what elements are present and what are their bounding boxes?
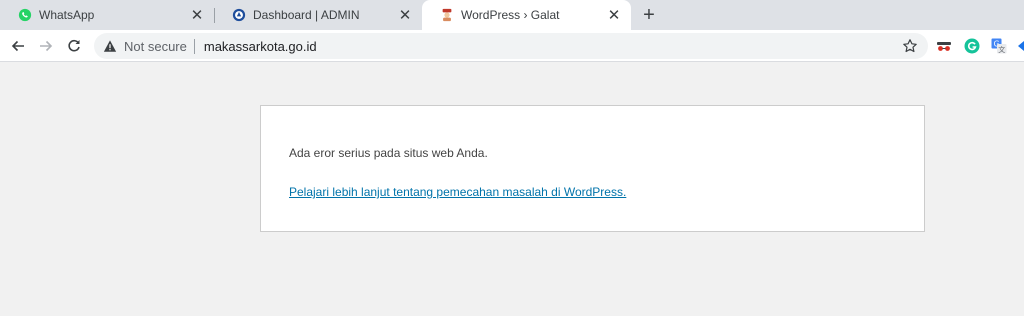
forward-button[interactable] [34,34,58,58]
tab-dashboard-admin[interactable]: Dashboard | ADMIN ✕ [214,0,422,30]
arrow-right-icon [40,40,53,52]
browser-toolbar: Not secure makassarkota.go.id G 文 [0,30,1024,62]
reload-button[interactable] [62,34,86,58]
tab-title: WhatsApp [39,8,95,22]
omnibox-divider [193,38,195,54]
url-text[interactable]: makassarkota.go.id [204,39,902,54]
tab-whatsapp[interactable]: WhatsApp ✕ [0,0,214,30]
bookmark-star-icon[interactable] [902,38,918,54]
error-box: Ada eror serius pada situs web Anda. Pel… [260,105,925,232]
tab-title: WordPress › Galat [461,8,560,22]
close-tab-icon[interactable]: ✕ [397,7,413,24]
whatsapp-icon [18,8,32,22]
address-bar[interactable]: Not secure makassarkota.go.id [94,33,928,59]
page-content: Ada eror serius pada situs web Anda. Pel… [0,63,1024,316]
extension-icon[interactable] [1016,38,1024,54]
back-button[interactable] [6,34,30,58]
arrow-left-icon [11,40,24,52]
close-tab-icon[interactable]: ✕ [189,7,205,24]
site-favicon-icon [442,8,452,22]
close-tab-icon[interactable]: ✕ [606,7,622,24]
tab-title: Dashboard | ADMIN [253,8,360,22]
grammarly-extension-icon[interactable] [964,38,980,54]
svg-text:文: 文 [998,45,1005,54]
reload-icon [68,39,80,52]
troubleshooting-link[interactable]: Pelajari lebih lanjut tentang pemecahan … [289,185,626,199]
incognito-extension-icon[interactable] [936,38,952,54]
new-tab-button[interactable]: + [638,4,660,26]
admin-logo-icon [232,8,246,22]
warning-icon[interactable] [103,39,117,53]
tab-strip: WhatsApp ✕ Dashboard | ADMIN ✕ WordPress… [0,0,1024,30]
security-status[interactable]: Not secure [124,39,187,54]
translate-extension-icon[interactable]: G 文 [991,38,1007,54]
tab-wordpress-galat[interactable]: WordPress › Galat ✕ [422,0,631,30]
error-message: Ada eror serius pada situs web Anda. [289,146,488,160]
